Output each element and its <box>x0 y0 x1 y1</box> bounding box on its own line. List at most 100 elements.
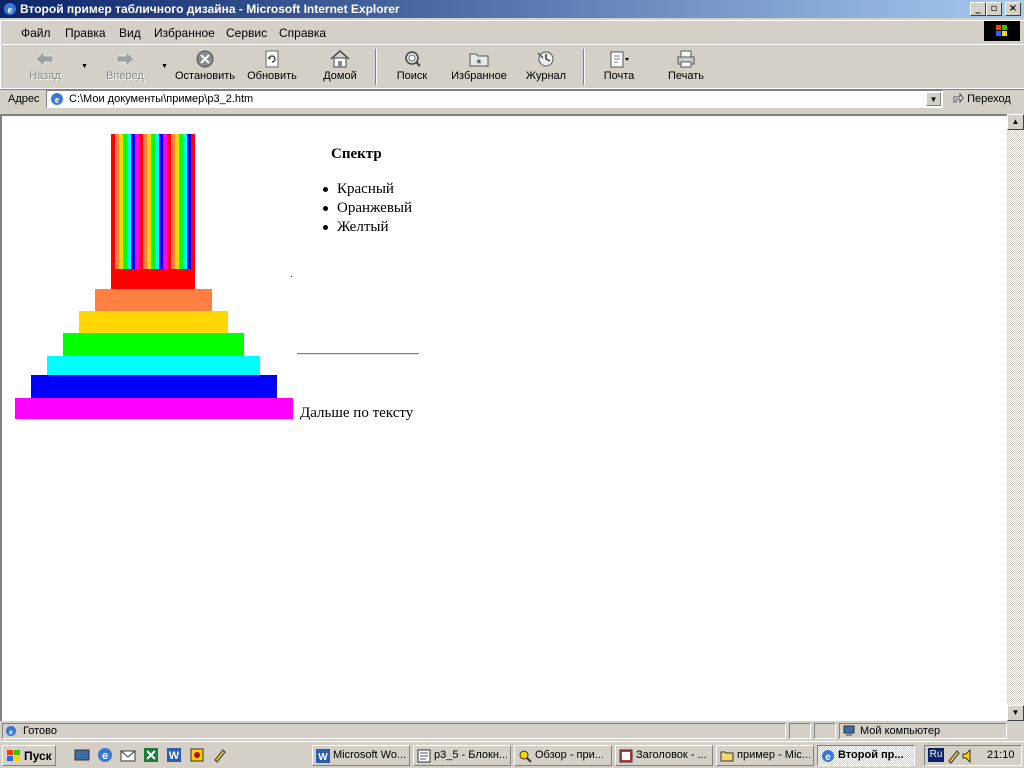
menu-tools[interactable]: Сервис <box>226 26 267 40</box>
svg-text:e: e <box>825 752 831 763</box>
window-title-bar[interactable]: e Второй пример табличного дизайна - Mic… <box>0 0 1024 18</box>
stop-label: Остановить <box>174 70 236 82</box>
svg-text:e: e <box>55 95 60 106</box>
svg-text:W: W <box>169 750 180 762</box>
status-zone: Мой компьютер <box>860 725 941 737</box>
home-label: Домой <box>323 70 357 82</box>
back-button[interactable]: Назад <box>10 47 80 82</box>
address-dropdown-icon[interactable]: ▼ <box>926 92 941 106</box>
status-bar: e Готово Мой компьютер <box>0 721 1024 741</box>
print-button[interactable]: Печать <box>651 47 721 82</box>
status-zone-panel: Мой компьютер <box>839 723 1007 739</box>
favorites-button[interactable]: ★ Избранное <box>444 47 514 82</box>
menu-edit[interactable]: Правка <box>65 26 106 40</box>
search-icon <box>519 750 532 763</box>
excel-icon[interactable] <box>143 747 159 763</box>
history-button[interactable]: Журнал <box>511 47 581 82</box>
svg-text:e: e <box>102 750 108 762</box>
clock: 21:10 <box>987 749 1015 761</box>
favorites-label: Избранное <box>451 70 507 82</box>
computer-icon <box>843 725 855 736</box>
ie-page-icon: e <box>51 93 63 106</box>
system-tray: Ru 21:10 <box>924 745 1022 766</box>
task-overview[interactable]: Обзор - при... <box>514 745 612 766</box>
svg-text:e: e <box>9 726 13 736</box>
tray-pencil-icon[interactable] <box>946 748 962 764</box>
notepad-icon <box>417 749 431 763</box>
close-button[interactable]: × <box>1005 2 1021 16</box>
address-bar: Адрес e C:\Мои документы\пример\р3_2.htm… <box>0 88 1024 111</box>
address-label: Адрес <box>8 93 40 105</box>
mail-icon <box>610 51 629 68</box>
window-title: Второй пример табличного дизайна - Micro… <box>20 2 400 16</box>
maximize-button[interactable]: ▫ <box>986 2 1002 16</box>
status-text: Готово <box>23 725 57 737</box>
start-label: Пуск <box>24 749 52 763</box>
volume-icon[interactable] <box>962 748 972 764</box>
refresh-icon <box>265 50 279 68</box>
word-icon[interactable]: W <box>166 747 182 763</box>
go-button[interactable]: Переход <box>952 92 1011 105</box>
task-notepad[interactable]: р3_5 - Блокн... <box>413 745 511 766</box>
history-label: Журнал <box>525 70 567 82</box>
menu-bar: Файл Правка Вид Избранное Сервис Справка <box>0 20 1024 45</box>
folder-icon <box>720 751 734 762</box>
toolbar: Назад ▼ Вперед ▼ Остановить Обновить Дом… <box>0 44 1024 90</box>
app-window-icon <box>619 749 633 763</box>
forward-dropdown-icon[interactable]: ▼ <box>161 63 168 70</box>
outlook-express-icon[interactable] <box>120 747 136 763</box>
print-label: Печать <box>667 70 705 82</box>
task-label: Microsoft Wo... <box>333 749 407 761</box>
task-label: Заголовок - ... <box>636 749 707 761</box>
printer-icon <box>677 50 695 68</box>
ie-quicklaunch-icon[interactable]: e <box>97 747 113 763</box>
windows-logo-icon <box>984 21 1020 41</box>
menu-help[interactable]: Справка <box>279 26 326 40</box>
search-icon <box>405 51 421 67</box>
refresh-label: Обновить <box>247 70 297 82</box>
task-ie-active[interactable]: e Второй пр... <box>817 745 915 766</box>
mail-button[interactable]: Почта <box>584 47 654 82</box>
pencil-icon[interactable] <box>212 747 228 763</box>
task-label: р3_5 - Блокн... <box>434 749 509 761</box>
language-indicator[interactable]: Ru <box>928 748 944 762</box>
menu-favorites[interactable]: Избранное <box>154 26 215 40</box>
svg-text:★: ★ <box>475 57 482 66</box>
forward-button[interactable]: Вперед <box>90 47 160 82</box>
word-icon: W <box>316 749 330 763</box>
address-value: C:\Мои документы\пример\р3_2.htm <box>69 93 254 105</box>
go-arrow-icon <box>953 92 964 104</box>
scroll-down-icon[interactable]: ▼ <box>1007 705 1024 721</box>
svg-text:W: W <box>318 752 328 763</box>
menu-file[interactable]: Файл <box>21 26 51 40</box>
back-dropdown-icon[interactable]: ▼ <box>81 63 88 70</box>
status-panel <box>789 723 811 739</box>
stop-button[interactable]: Остановить <box>170 47 240 82</box>
forward-label: Вперед <box>106 70 144 82</box>
scroll-up-icon[interactable]: ▲ <box>1007 114 1024 130</box>
stop-icon <box>196 50 214 68</box>
menu-view[interactable]: Вид <box>119 26 141 40</box>
status-main-panel: e Готово <box>2 723 786 739</box>
vertical-scrollbar[interactable]: ▲ ▼ <box>1007 114 1024 721</box>
refresh-button[interactable]: Обновить <box>237 47 307 82</box>
app-icon[interactable] <box>189 747 205 763</box>
status-panel <box>814 723 836 739</box>
show-desktop-icon[interactable] <box>74 747 90 763</box>
task-folder[interactable]: пример - Mic... <box>716 745 814 766</box>
search-button[interactable]: Поиск <box>377 47 447 82</box>
address-input[interactable]: e C:\Мои документы\пример\р3_2.htm ▼ <box>46 90 943 108</box>
task-header[interactable]: Заголовок - ... <box>615 745 713 766</box>
ie-page-icon: e <box>5 725 17 736</box>
mail-label: Почта <box>603 70 635 82</box>
task-word[interactable]: W Microsoft Wo... <box>312 745 410 766</box>
minimize-button[interactable]: _ <box>970 2 986 16</box>
taskbar: Пуск e W W Microsoft Wo... р3_5 - Блокн.… <box>0 741 1024 768</box>
forward-arrow-icon <box>116 51 135 67</box>
home-button[interactable]: Домой <box>305 47 375 82</box>
start-button[interactable]: Пуск <box>2 745 56 766</box>
ie-icon: e <box>822 750 834 763</box>
task-label: Второй пр... <box>838 749 904 761</box>
page-content[interactable] <box>0 114 1024 721</box>
back-label: Назад <box>29 70 61 82</box>
